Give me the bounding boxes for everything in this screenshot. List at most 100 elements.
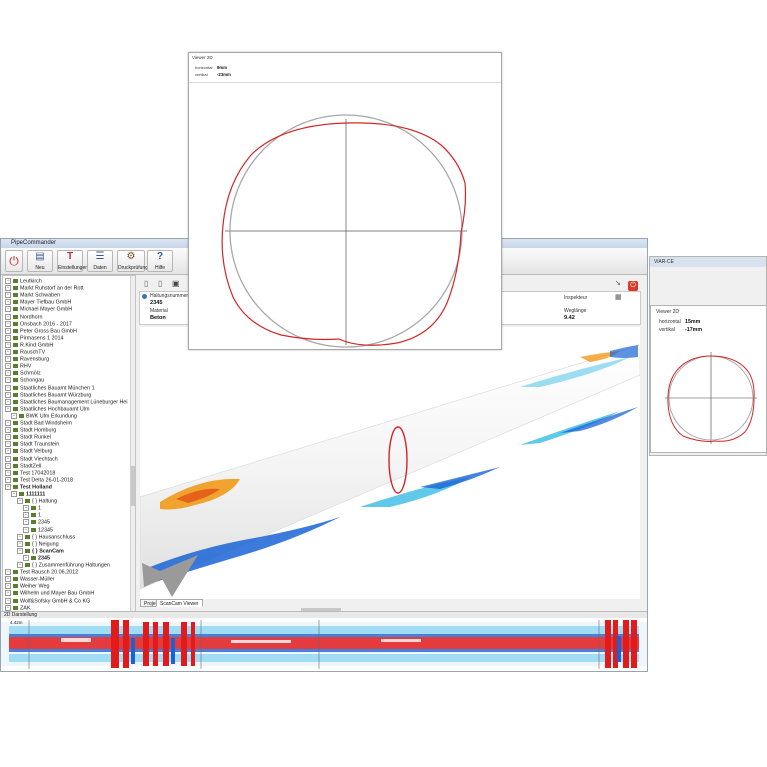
tree-expander-icon[interactable]: + [5, 313, 11, 320]
tree-item[interactable]: +2345 [23, 554, 50, 562]
tree-expander-icon[interactable]: + [5, 597, 11, 604]
tree-item[interactable]: + Staatliches Baumanagement Lüneburger He… [5, 398, 128, 406]
tree-expander-icon[interactable]: + [5, 604, 11, 611]
tree-expander-icon[interactable]: + [5, 278, 11, 284]
tree-expander-icon[interactable]: + [5, 434, 11, 441]
tree-item[interactable]: +2345 [23, 519, 50, 526]
scancam-3d-view[interactable] [139, 327, 641, 599]
tree-expander-icon[interactable]: + [5, 476, 11, 483]
tree-item[interactable]: + Test 17042018 [5, 469, 55, 477]
tree-item[interactable]: + Stadt Velburg [5, 448, 52, 455]
tree-item[interactable]: + Peter Gross Bau GmbH [5, 327, 77, 335]
tree-expander-icon[interactable]: + [5, 349, 11, 355]
tree-expander-icon[interactable]: + [5, 420, 11, 426]
tree-item[interactable]: + Staatliches Bauamt Würzburg [5, 391, 91, 399]
tree-item[interactable]: + Schmölz [5, 370, 41, 377]
data-button[interactable]: ☰ Daten [87, 250, 113, 272]
tab-scancam-viewer[interactable]: ScanCam Viewer [156, 599, 203, 607]
camera-icon[interactable]: ▣ [172, 279, 180, 288]
tree-item[interactable]: + Wasser-Müller [5, 576, 55, 583]
tree-item[interactable]: + Markt Ruhstorf an der Rott [5, 285, 84, 292]
tree-expander-icon[interactable]: + [5, 469, 11, 476]
tree-expander-icon[interactable]: + [23, 526, 29, 533]
tree-expander-icon[interactable]: + [5, 405, 11, 412]
tree-item[interactable]: + Mayer Tiefbau GmbH [5, 299, 71, 306]
tree-expander-icon[interactable]: + [5, 320, 11, 327]
tree-expander-icon[interactable]: + [11, 412, 17, 419]
tree-expander-icon[interactable]: + [5, 583, 11, 590]
tree-expander-icon[interactable]: + [5, 590, 11, 597]
viewer-2d-large[interactable]: Viewer 2D horizontal 9mm vertikal -23mm [188, 52, 502, 350]
tree-item[interactable]: + Stadt Homburg [5, 427, 56, 434]
tree-item[interactable]: + { } ScanCam [17, 547, 64, 555]
tree-expander-icon[interactable]: + [11, 491, 17, 497]
tree-expander-icon[interactable]: + [5, 306, 11, 313]
tree-expander-icon[interactable]: + [17, 547, 23, 554]
tree-expander-icon[interactable]: + [5, 462, 11, 469]
tree-item[interactable]: + Onsbach 2016 - 2017 [5, 320, 72, 328]
tree-expander-icon[interactable]: + [5, 299, 11, 306]
tree-expander-icon[interactable]: + [5, 427, 11, 434]
tree-expander-icon[interactable]: + [5, 370, 11, 377]
tree-item[interactable]: + Leutkirch [5, 278, 42, 285]
tree-item[interactable]: + Stadt Traunstein [5, 441, 59, 448]
tree-scrollbar-thumb[interactable] [131, 466, 135, 506]
pressure-test-button[interactable]: ⚙ Druckprüfung [117, 250, 148, 272]
tree-item[interactable]: +1 [23, 505, 41, 512]
tree-item[interactable]: + { } Hausanschluss [17, 533, 75, 541]
tree-item[interactable]: + Schongau [5, 377, 44, 384]
tree-expander-icon[interactable]: + [17, 562, 23, 568]
tree-item[interactable]: + RHV [5, 363, 31, 370]
tree-item[interactable]: +12345 [23, 526, 53, 534]
tree-expander-icon[interactable]: + [5, 398, 11, 405]
tree-item[interactable]: + Test Holland [5, 483, 52, 491]
tree-item[interactable]: + Weiher Weg [5, 583, 49, 590]
settings-button[interactable]: T Einstellungen [57, 250, 88, 272]
tree-item[interactable]: + R.Kind GmbH [5, 341, 53, 349]
tree-expander-icon[interactable]: + [5, 384, 11, 391]
power-button[interactable]: ⏻ [5, 250, 23, 272]
tree-item[interactable]: + Wolf&Sofsky GmbH & Co KG [5, 597, 90, 605]
tree-item[interactable]: + Ravensburg [5, 356, 49, 363]
tree-item[interactable]: + { } Neigung [17, 540, 59, 548]
copy-icon[interactable]: ▯ [158, 279, 162, 288]
tree-item[interactable]: + Wilhelm und Mayer Bau GmbH [5, 590, 94, 597]
tree-expander-icon[interactable]: + [23, 505, 29, 512]
tree-item[interactable]: + Nordhorn [5, 313, 42, 321]
tree-expander-icon[interactable]: + [5, 377, 11, 384]
panel-2d-heatmap[interactable]: 4.42m [1, 618, 647, 671]
tree-item[interactable]: + Stadt Viechtach [5, 455, 58, 463]
tree-expander-icon[interactable]: + [5, 292, 11, 299]
tree-expander-icon[interactable]: + [17, 533, 23, 540]
tree-expander-icon[interactable]: + [5, 448, 11, 455]
tree-expander-icon[interactable]: + [5, 455, 11, 462]
pin-icon[interactable]: ↘ [615, 279, 621, 287]
tree-item[interactable]: + RauschTV [5, 349, 45, 356]
tree-expander-icon[interactable]: + [5, 483, 11, 490]
tree-scrollbar[interactable] [130, 276, 135, 626]
tree-expander-icon[interactable]: + [5, 285, 11, 292]
tree-expander-icon[interactable]: + [23, 519, 29, 526]
tree-expander-icon[interactable]: + [17, 540, 23, 547]
tree-expander-icon[interactable]: + [23, 512, 29, 519]
tree-expander-icon[interactable]: + [5, 576, 11, 583]
tree-item[interactable]: + Pirmasens 1 2014 [5, 334, 63, 342]
document-icon[interactable]: ▯ [144, 279, 148, 288]
tree-item[interactable]: + Staatliches Hochbauamt Ulm [5, 405, 90, 413]
viewer-2d-small[interactable]: Viewer 2D horizontal 15mm vertikal -17mm [650, 305, 767, 453]
tree-expander-icon[interactable]: + [5, 391, 11, 398]
tree-expander-icon[interactable]: + [5, 569, 11, 576]
tree-item[interactable]: +1 [23, 512, 41, 519]
tree-expander-icon[interactable]: + [5, 327, 11, 334]
tree-expander-icon[interactable]: + [5, 334, 11, 341]
project-tree[interactable]: + Leutkirch + Markt Ruhstorf an der Rott + Ma… [2, 275, 136, 627]
tree-expander-icon[interactable]: + [5, 441, 11, 448]
tree-item[interactable]: + Staatliches Bauamt München 1 [5, 384, 95, 392]
tree-item[interactable]: + { } Haltung [17, 498, 57, 505]
tree-expander-icon[interactable]: + [5, 341, 11, 348]
tree-item[interactable]: + Stadt Bad Windsheim [5, 420, 72, 427]
tree-expander-icon[interactable]: + [5, 363, 11, 370]
new-button[interactable]: ▤ Neu [27, 250, 53, 272]
tree-item[interactable]: + Markt Schwaben [5, 292, 60, 299]
tree-item[interactable]: + Stadt Runkel [5, 434, 51, 441]
